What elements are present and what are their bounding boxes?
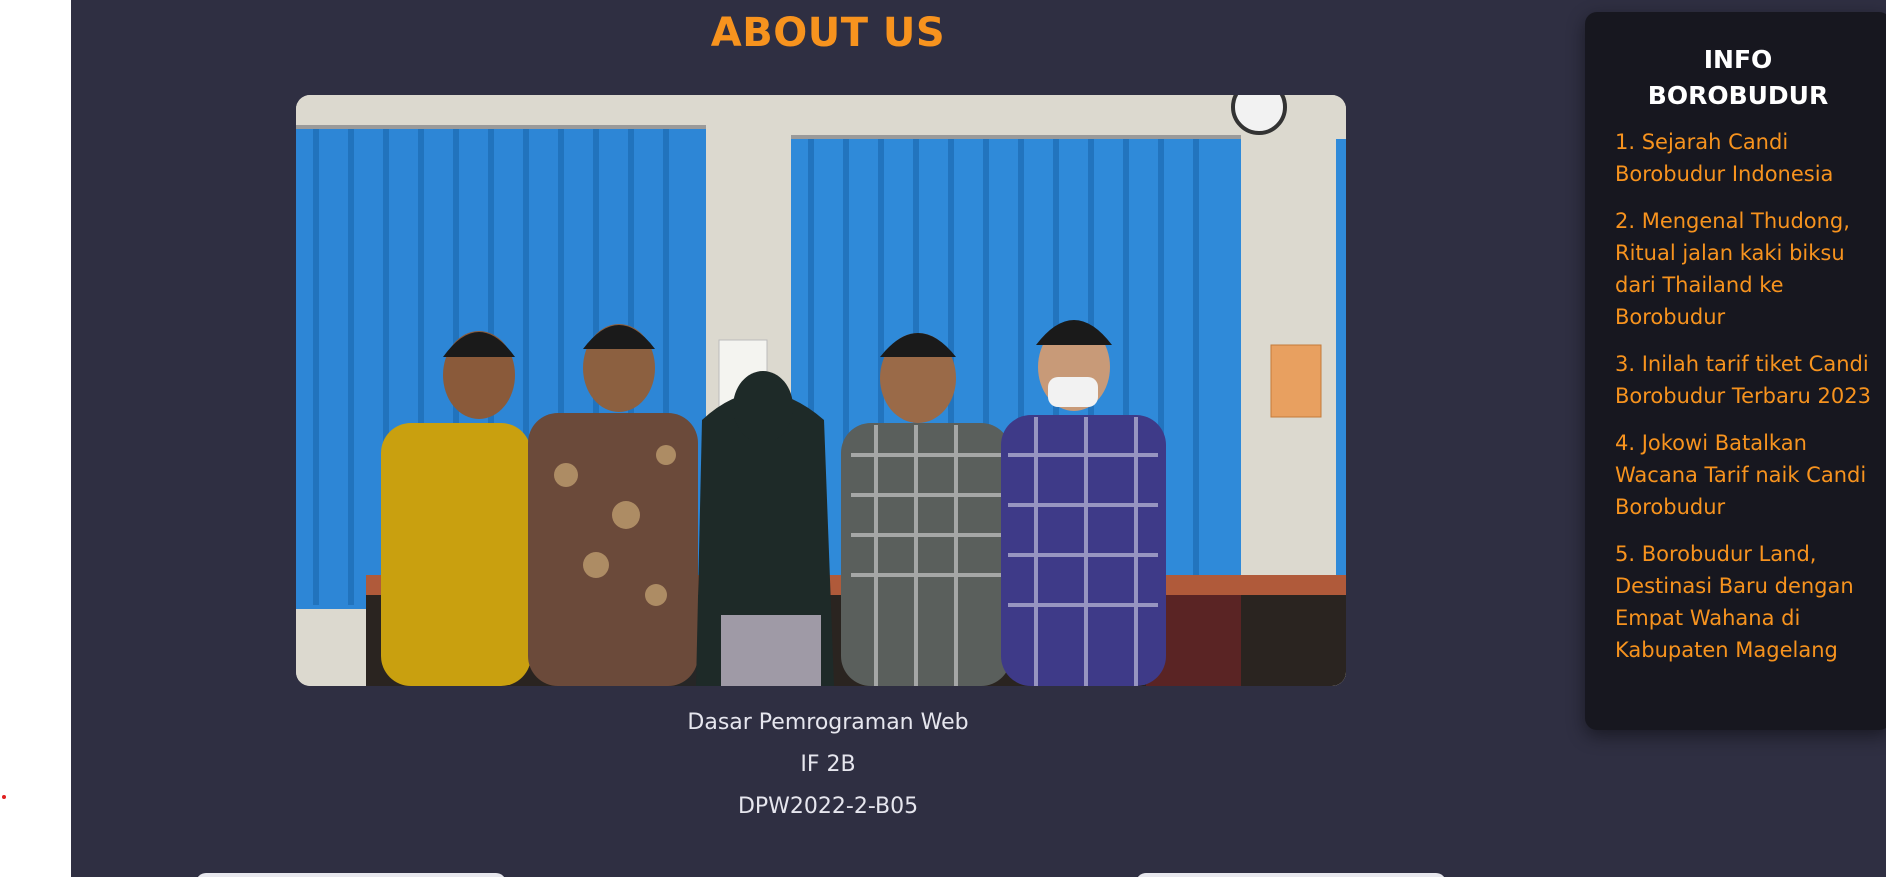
sidebar-title-line2: BOROBUDUR — [1647, 81, 1829, 110]
caption-course: Dasar Pemrograman Web — [687, 710, 969, 735]
card-peek-left — [196, 873, 506, 877]
group-photo-illustration — [296, 95, 1346, 686]
left-gutter — [0, 0, 71, 877]
red-dot-marker — [2, 795, 6, 799]
caption-group-code: DPW2022-2-B05 — [737, 794, 919, 819]
group-photo — [296, 95, 1346, 686]
caption-class: IF 2B — [800, 752, 856, 777]
sidebar-title-line1: INFO — [1703, 45, 1773, 74]
page-title: ABOUT US — [710, 10, 946, 56]
sidebar-link-borobudur-land[interactable]: 5. Borobudur Land, Destinasi Baru dengan… — [1615, 538, 1871, 666]
sidebar-title: INFO BOROBUDUR — [1605, 42, 1871, 114]
card-peek-right — [1136, 873, 1446, 877]
sidebar-link-jokowi[interactable]: 4. Jokowi Batalkan Wacana Tarif naik Can… — [1615, 427, 1871, 523]
info-sidebar: INFO BOROBUDUR 1. Sejarah Candi Borobudu… — [1585, 12, 1886, 730]
sidebar-links: 1. Sejarah Candi Borobudur Indonesia 2. … — [1615, 126, 1871, 666]
sidebar-link-sejarah[interactable]: 1. Sejarah Candi Borobudur Indonesia — [1615, 126, 1871, 190]
sidebar-link-thudong[interactable]: 2. Mengenal Thudong, Ritual jalan kaki b… — [1615, 205, 1871, 333]
sidebar-link-tarif-tiket[interactable]: 3. Inilah tarif tiket Candi Borobudur Te… — [1615, 348, 1871, 412]
